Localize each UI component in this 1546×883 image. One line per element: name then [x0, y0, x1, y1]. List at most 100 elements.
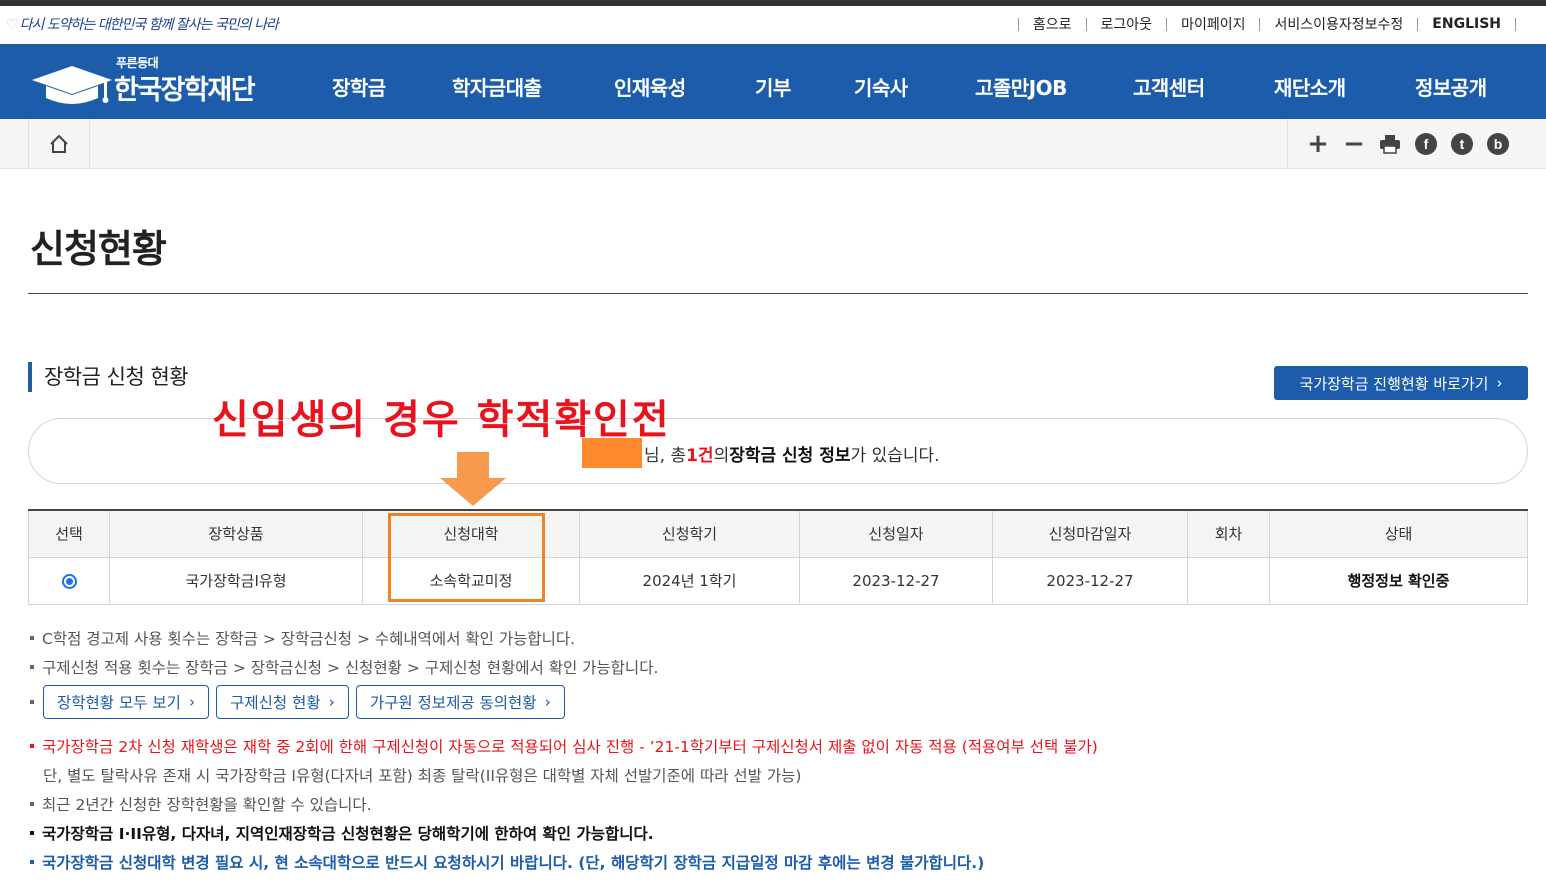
- blog-share-button[interactable]: b: [1480, 119, 1516, 169]
- button-label: 구제신청 현황: [230, 694, 321, 712]
- gnb-dormitory[interactable]: 기숙사: [854, 72, 908, 101]
- button-label: 가구원 정보제공 동의현황: [369, 694, 537, 712]
- household-consent-button[interactable]: 가구원 정보제공 동의현황 ›: [355, 685, 565, 719]
- bullet: [30, 830, 34, 835]
- gnb-job[interactable]: 고졸만JOB: [975, 72, 1067, 101]
- utility-bar: ♡ 다시 도약하는 대한민국 함께 잘사는 국민의 나라 홈으로 로그아웃 마이페…: [0, 6, 1546, 44]
- note-text: C학점 경고제 사용 횟수는 장학금 > 장학금신청 > 수혜내역에서 확인 가…: [42, 630, 576, 648]
- heart-icon: ♡: [6, 17, 19, 33]
- note-item: 최근 2년간 신청한 장학현황을 확인할 수 있습니다.: [30, 793, 372, 815]
- note-text: 국가장학금 2차 신청 재학생은 재학 중 2회에 한해 구제신청이 자동으로 …: [42, 738, 1098, 756]
- note-text: 국가장학금 신청대학 변경 필요 시, 현 소속대학으로 반드시 요청하시기 바…: [42, 854, 985, 872]
- gnb-talent[interactable]: 인재육성: [614, 72, 686, 101]
- deadline-cell: 2023-12-27: [992, 557, 1188, 605]
- gnb-loan[interactable]: 학자금대출: [452, 72, 542, 101]
- divider: [1417, 17, 1419, 31]
- col-university: 신청대학: [362, 510, 580, 558]
- graduation-cap-icon: [32, 66, 112, 104]
- facebook-share-button[interactable]: f: [1408, 119, 1444, 169]
- bullet: [30, 859, 34, 864]
- blog-icon: b: [1487, 133, 1509, 155]
- zoom-out-button[interactable]: −: [1336, 119, 1372, 169]
- print-button[interactable]: [1372, 119, 1408, 169]
- mypage-link[interactable]: 마이페이지: [1181, 14, 1245, 34]
- info-count: 1건: [686, 445, 714, 466]
- info-tail: 가 있습니다.: [850, 445, 940, 466]
- semester-cell: 2024년 1학기: [579, 557, 800, 605]
- zoom-in-button[interactable]: +: [1300, 119, 1336, 169]
- note-item: C학점 경고제 사용 횟수는 장학금 > 장학금신청 > 수혜내역에서 확인 가…: [30, 627, 575, 649]
- col-semester: 신청학기: [579, 510, 800, 558]
- relief-status-button[interactable]: 구제신청 현황 ›: [216, 685, 349, 719]
- note-subitem: 단, 별도 탈락사유 존재 시 국가장학금 I유형(다자녀 포함) 최종 탈락(…: [43, 767, 802, 785]
- plus-icon: +: [1307, 129, 1329, 159]
- gnb-scholarship[interactable]: 장학금: [332, 72, 386, 101]
- logout-link[interactable]: 로그아웃: [1101, 14, 1153, 34]
- gnb-donation[interactable]: 기부: [755, 72, 791, 101]
- main-navigation: 푸른등대 한국장학재단 장학금 학자금대출 인재육성 기부 기숙사 고졸만JOB…: [0, 44, 1546, 119]
- divider: [1017, 17, 1019, 31]
- section-title: 장학금 신청 현황: [28, 362, 189, 392]
- round-cell: [1187, 557, 1270, 605]
- printer-icon: [1380, 135, 1400, 154]
- bullet: [30, 743, 34, 748]
- gnb-customer[interactable]: 고객센터: [1133, 72, 1205, 101]
- select-radio[interactable]: [61, 573, 77, 589]
- divider: [1515, 17, 1516, 31]
- col-apply-date: 신청일자: [799, 510, 993, 558]
- shortcut-buttons: 장학현황 모두 보기 › 구제신청 현황 › 가구원 정보제공 동의현황 ›: [30, 685, 572, 719]
- col-product: 장학상품: [109, 510, 363, 558]
- button-label: 장학현황 모두 보기: [57, 694, 181, 712]
- twitter-share-button[interactable]: t: [1444, 119, 1480, 169]
- note-text: 최근 2년간 신청한 장학현황을 확인할 수 있습니다.: [42, 796, 372, 814]
- chevron-right-icon: ›: [328, 693, 335, 711]
- note-item: 국가장학금 신청대학 변경 필요 시, 현 소속대학으로 반드시 요청하시기 바…: [30, 851, 984, 873]
- title-divider: [28, 293, 1528, 294]
- apply-date-cell: 2023-12-27: [799, 557, 993, 605]
- annotation-text: 신입생의 경우 학적확인전: [212, 397, 671, 443]
- logo[interactable]: 푸른등대 한국장학재단: [28, 54, 273, 110]
- bullet: [30, 635, 34, 640]
- english-link[interactable]: ENGLISH: [1432, 16, 1501, 32]
- university-cell: 소속학교미정: [362, 557, 580, 605]
- minus-icon: −: [1343, 129, 1365, 159]
- status-cell: 행정정보 확인중: [1269, 557, 1528, 605]
- divider: [1259, 17, 1261, 31]
- note-item: 구제신청 적용 횟수는 장학금 > 장학금신청 > 신청현황 > 구제신청 현황…: [30, 656, 658, 678]
- gnb-about[interactable]: 재단소개: [1274, 72, 1346, 101]
- table-row: 국가장학금I유형 소속학교미정 2024년 1학기 2023-12-27 202…: [28, 557, 1528, 605]
- national-scholarship-progress-button[interactable]: 국가장학금 진행현황 바로가기 ›: [1274, 366, 1528, 400]
- facebook-icon: f: [1415, 133, 1437, 155]
- info-mid: 의: [713, 445, 730, 466]
- col-status: 상태: [1269, 510, 1528, 558]
- logo-title: 한국장학재단: [114, 75, 256, 106]
- down-arrow-icon: [440, 452, 506, 506]
- page-title: 신청현황: [30, 227, 167, 271]
- sub-toolbar: + − f t b: [0, 119, 1546, 169]
- slogan-text: 다시 도약하는 대한민국 함께 잘사는 국민의 나라: [19, 17, 279, 33]
- view-all-scholarship-button[interactable]: 장학현황 모두 보기 ›: [43, 685, 210, 719]
- page-tools: + − f t b: [1287, 119, 1516, 169]
- product-cell: 국가장학금I유형: [109, 557, 363, 605]
- note-text: 국가장학금 I·II유형, 다자녀, 지역인재장학금 신청현황은 당해학기에 한…: [42, 825, 654, 843]
- chevron-right-icon: ›: [1496, 374, 1503, 392]
- gnb-disclosure[interactable]: 정보공개: [1415, 72, 1487, 101]
- progress-button-label: 국가장학금 진행현황 바로가기: [1299, 374, 1489, 393]
- note-text: 구제신청 적용 횟수는 장학금 > 장학금신청 > 신청현황 > 구제신청 현황…: [42, 659, 659, 677]
- application-table: 선택 장학상품 신청대학 신청학기 신청일자 신청마감일자 회차 상태 국가장학…: [28, 509, 1528, 605]
- note-item: 국가장학금 2차 신청 재학생은 재학 중 2회에 한해 구제신청이 자동으로 …: [30, 735, 1098, 757]
- home-link[interactable]: 홈으로: [1033, 14, 1072, 34]
- chevron-right-icon: ›: [544, 693, 551, 711]
- twitter-icon: t: [1451, 133, 1473, 155]
- home-button[interactable]: [28, 119, 90, 169]
- table-header-row: 선택 장학상품 신청대학 신청학기 신청일자 신청마감일자 회차 상태: [28, 510, 1528, 558]
- note-item: 국가장학금 I·II유형, 다자녀, 지역인재장학금 신청현황은 당해학기에 한…: [30, 822, 654, 844]
- home-icon: [50, 134, 68, 153]
- slogan: ♡ 다시 도약하는 대한민국 함께 잘사는 국민의 나라: [6, 14, 279, 34]
- col-round: 회차: [1187, 510, 1270, 558]
- col-deadline: 신청마감일자: [992, 510, 1188, 558]
- select-cell: [28, 557, 110, 605]
- divider: [1085, 17, 1087, 31]
- bullet: [30, 801, 34, 806]
- edit-userinfo-link[interactable]: 서비스이용자정보수정: [1274, 14, 1403, 34]
